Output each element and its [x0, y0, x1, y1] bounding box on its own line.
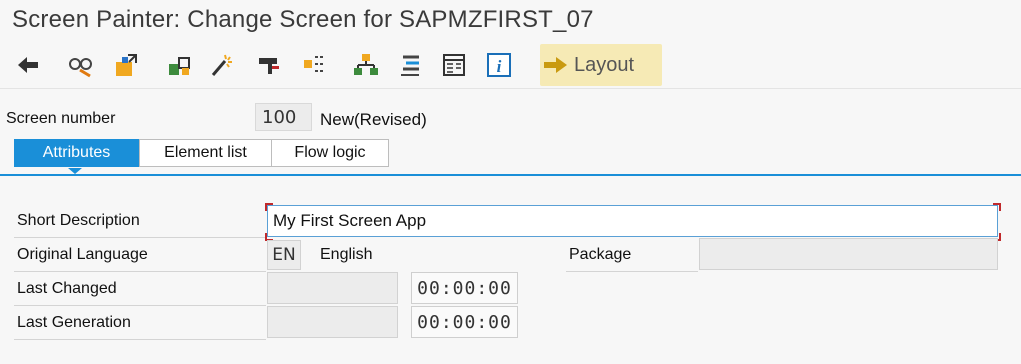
hierarchy-icon[interactable]: [352, 51, 380, 79]
list-icon[interactable]: [396, 51, 424, 79]
tab-attributes[interactable]: Attributes: [14, 139, 139, 167]
tab-flow-logic-label: Flow logic: [294, 144, 366, 161]
back-icon[interactable]: [14, 51, 42, 79]
label-underline: [566, 271, 698, 272]
check-icon[interactable]: [165, 51, 193, 79]
last-changed-time-field: 00:00:00: [411, 272, 518, 304]
screen-number-label: Screen number: [6, 110, 116, 127]
window-title: Screen Painter: Change Screen for SAPMZF…: [12, 6, 594, 33]
label-underline: [14, 237, 266, 238]
original-language-label: Original Language: [17, 246, 148, 263]
last-generation-label: Last Generation: [17, 314, 131, 331]
svg-text:i: i: [497, 57, 502, 76]
tab-flow-logic[interactable]: Flow logic: [271, 139, 389, 167]
short-description-label: Short Description: [17, 212, 140, 229]
screen-number-field: 100: [255, 103, 312, 131]
move-icon[interactable]: [300, 51, 328, 79]
title-bar: Screen Painter: Change Screen for SAPMZF…: [0, 0, 1021, 43]
focus-corner: [993, 203, 1001, 211]
tab-strip-underline: [0, 174, 1021, 176]
focus-corner: [265, 203, 273, 211]
last-generation-date-field: [267, 306, 398, 338]
application-toolbar: i Layout: [0, 42, 1021, 89]
screen-status: New(Revised): [320, 110, 427, 129]
arrow-right-icon: [544, 57, 567, 73]
label-underline: [14, 305, 266, 306]
package-label: Package: [569, 246, 632, 263]
language-name: English: [320, 246, 373, 263]
tab-element-list[interactable]: Element list: [139, 139, 272, 167]
activate-icon[interactable]: [112, 51, 140, 79]
package-field: [699, 238, 998, 270]
info-icon[interactable]: i: [485, 51, 513, 79]
tab-element-list-label: Element list: [164, 144, 247, 161]
label-underline: [14, 339, 266, 340]
last-generation-time-field: 00:00:00: [411, 306, 518, 338]
last-changed-date-field: [267, 272, 398, 304]
display-change-icon[interactable]: [67, 51, 95, 79]
layout-button-label: Layout: [574, 53, 635, 76]
where-used-icon[interactable]: [255, 51, 283, 79]
tab-attributes-label: Attributes: [42, 144, 111, 161]
short-description-input[interactable]: My First Screen App: [267, 205, 998, 237]
form-icon[interactable]: [440, 51, 468, 79]
generate-icon[interactable]: [208, 51, 236, 79]
layout-button[interactable]: Layout: [540, 44, 662, 86]
last-changed-label: Last Changed: [17, 280, 117, 297]
language-code-field: EN: [267, 240, 301, 270]
label-underline: [14, 271, 266, 272]
